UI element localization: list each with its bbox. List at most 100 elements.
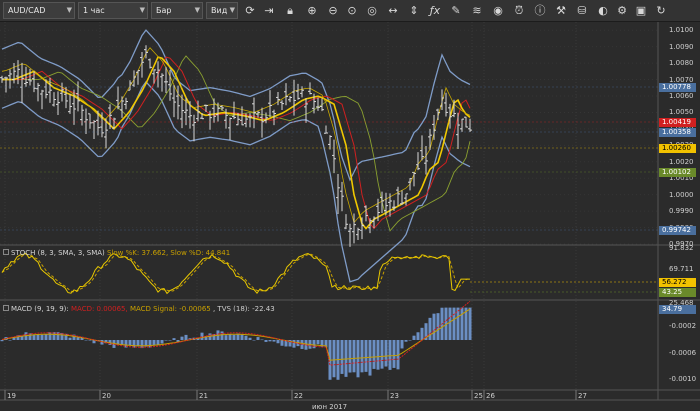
stoch-tag: 56.272: [659, 278, 696, 287]
chevron-down-icon: ▼: [66, 6, 72, 14]
pencil-icon[interactable]: ✎: [449, 3, 463, 18]
timeframe-value: 1 час: [83, 6, 105, 15]
symbol-value: AUD/CAD: [8, 6, 46, 15]
symbol-select[interactable]: AUD/CAD ▼: [3, 2, 75, 19]
view-select[interactable]: Вид ▼: [206, 2, 238, 19]
chart-type-value: Бар: [156, 6, 172, 15]
macd-histogram-bar: [240, 334, 244, 340]
zoom-out-icon[interactable]: ⊖: [326, 3, 340, 18]
macd-histogram-bar: [36, 334, 40, 340]
macd-histogram-bar: [384, 340, 388, 367]
price-tick-label: 1.0000: [669, 190, 694, 199]
time-tick-label: 20: [102, 392, 111, 400]
stoch-tick-label: 91.832: [669, 244, 694, 252]
screenshot-icon[interactable]: ◐: [596, 3, 610, 18]
macd-histogram-bar: [264, 340, 268, 342]
price-tag: 1.00419: [659, 118, 696, 127]
lock-icon[interactable]: 🔒︎: [283, 3, 297, 18]
settings-icon[interactable]: ⚙: [615, 3, 629, 18]
macd-histogram-bar: [0, 340, 4, 342]
macd-histogram-bar: [128, 340, 132, 346]
macd-histogram-bar: [220, 331, 224, 340]
zoom-reset-icon[interactable]: ◎: [365, 3, 379, 18]
macd-tvs-label: , TVS (18): -22.43: [212, 305, 275, 313]
macd-signal-line: [1, 308, 471, 361]
macd-histogram-bar: [416, 332, 420, 340]
chevron-down-icon: ▼: [194, 6, 200, 14]
info-icon[interactable]: ⓘ: [533, 3, 547, 18]
macd-close-icon[interactable]: [3, 305, 9, 311]
macd-tag: 34.79: [659, 305, 696, 314]
price-tick-label: 1.0050: [669, 108, 694, 117]
macd-histogram-bar: [180, 336, 184, 340]
macd-histogram-bar: [428, 317, 432, 340]
macd-signal-label: MACD Signal: -0.00065: [129, 305, 211, 313]
ma-red-line: [2, 56, 471, 230]
arrow-right-icon[interactable]: ⇥: [262, 3, 276, 18]
layers-icon[interactable]: ≋: [470, 3, 484, 18]
macd-histogram-bar: [332, 340, 336, 378]
macd-histogram-bar: [244, 335, 248, 340]
macd-histogram-bar: [276, 340, 280, 344]
stoch-close-icon[interactable]: [3, 249, 9, 255]
ma-yellow-line: [2, 56, 471, 230]
alarm-icon[interactable]: ⏰︎: [512, 3, 526, 18]
function-icon[interactable]: ƒx: [428, 3, 442, 18]
macd-histogram-bar: [352, 340, 356, 373]
price-tick-label: 1.0080: [669, 59, 694, 68]
time-tick-label: 21: [199, 392, 208, 400]
zoom-in-icon[interactable]: ⊕: [305, 3, 319, 18]
macd-title: MACD (9, 19, 9): MACD: 0.00065, MACD Sig…: [3, 305, 275, 313]
price-tag: 1.00358: [659, 128, 696, 137]
timeframe-select[interactable]: 1 час ▼: [78, 2, 148, 19]
macd-histogram-bar: [76, 337, 80, 340]
time-tick-label: 25: [474, 392, 483, 400]
macd-tick-label: -0.0006: [669, 349, 697, 357]
macd-histogram-bar: [44, 333, 48, 340]
stoch-tag: 43.25: [659, 288, 696, 297]
scroll-horizontal-icon[interactable]: ↔: [386, 3, 400, 18]
time-tick-label: 27: [578, 392, 587, 400]
stoch-k-line: [1, 252, 470, 295]
macd-histogram-bar: [268, 340, 272, 342]
macd-histogram-bar: [292, 340, 296, 348]
chart-area[interactable]: 1.0100 1.0090 1.0080 1.0070 1.0060 1.0050 1.00…: [0, 22, 700, 411]
macd-histogram-bar: [364, 340, 368, 372]
stoch-k-label: Slow %K: 37.662,: [107, 249, 169, 257]
scroll-right-icon[interactable]: ↻: [654, 3, 668, 18]
macd-histogram-bar: [256, 337, 260, 340]
macd-value-label: MACD: 0.00065,: [70, 305, 128, 313]
refresh-icon[interactable]: ⟳: [243, 3, 257, 18]
stoch-d-line: [1, 253, 470, 293]
stoch-tick-label: 69.711: [669, 265, 694, 273]
macd-histogram-bar: [48, 332, 52, 340]
price-tag: 1.00778: [659, 83, 696, 92]
price-tick-label: 0.9990: [669, 207, 694, 216]
bucket-icon[interactable]: ⛁: [575, 3, 589, 18]
zoom-fit-icon[interactable]: ⊙: [345, 3, 359, 18]
macd-tick-label: -0.0002: [669, 322, 697, 330]
eye-icon[interactable]: ◉: [491, 3, 505, 18]
chart-type-select[interactable]: Бар ▼: [151, 2, 203, 19]
macd-histogram-bar: [388, 340, 392, 370]
macd-histogram-bar: [232, 334, 236, 340]
price-tick-label: 1.0060: [669, 92, 694, 100]
macd-histogram-bar: [348, 340, 352, 373]
macd-tick-label: -0.0010: [669, 375, 697, 383]
macd-histogram-bar: [340, 340, 344, 374]
time-tick-label: 23: [390, 392, 399, 400]
macd-histogram-bar: [360, 340, 364, 373]
macd-histogram-bar: [248, 337, 252, 340]
macd-histogram-bar: [376, 340, 380, 370]
tools-icon[interactable]: ⚒: [554, 3, 568, 18]
macd-histogram-bar: [172, 338, 176, 340]
macd-histogram-bar: [280, 340, 284, 346]
trading-terminal: AUD/CAD ▼ 1 час ▼ Бар ▼ Вид ▼ ⟳ ⇥ 🔒︎ ⊕ ⊖…: [0, 0, 700, 411]
chevron-down-icon: ▼: [229, 6, 235, 14]
chart-canvas[interactable]: [0, 22, 700, 411]
macd-histogram-bar: [68, 337, 72, 340]
view-value: Вид: [211, 6, 228, 15]
save-icon[interactable]: ▣: [634, 3, 648, 18]
scroll-vertical-icon[interactable]: ⇕: [407, 3, 421, 18]
macd-histogram-bar: [272, 340, 276, 342]
